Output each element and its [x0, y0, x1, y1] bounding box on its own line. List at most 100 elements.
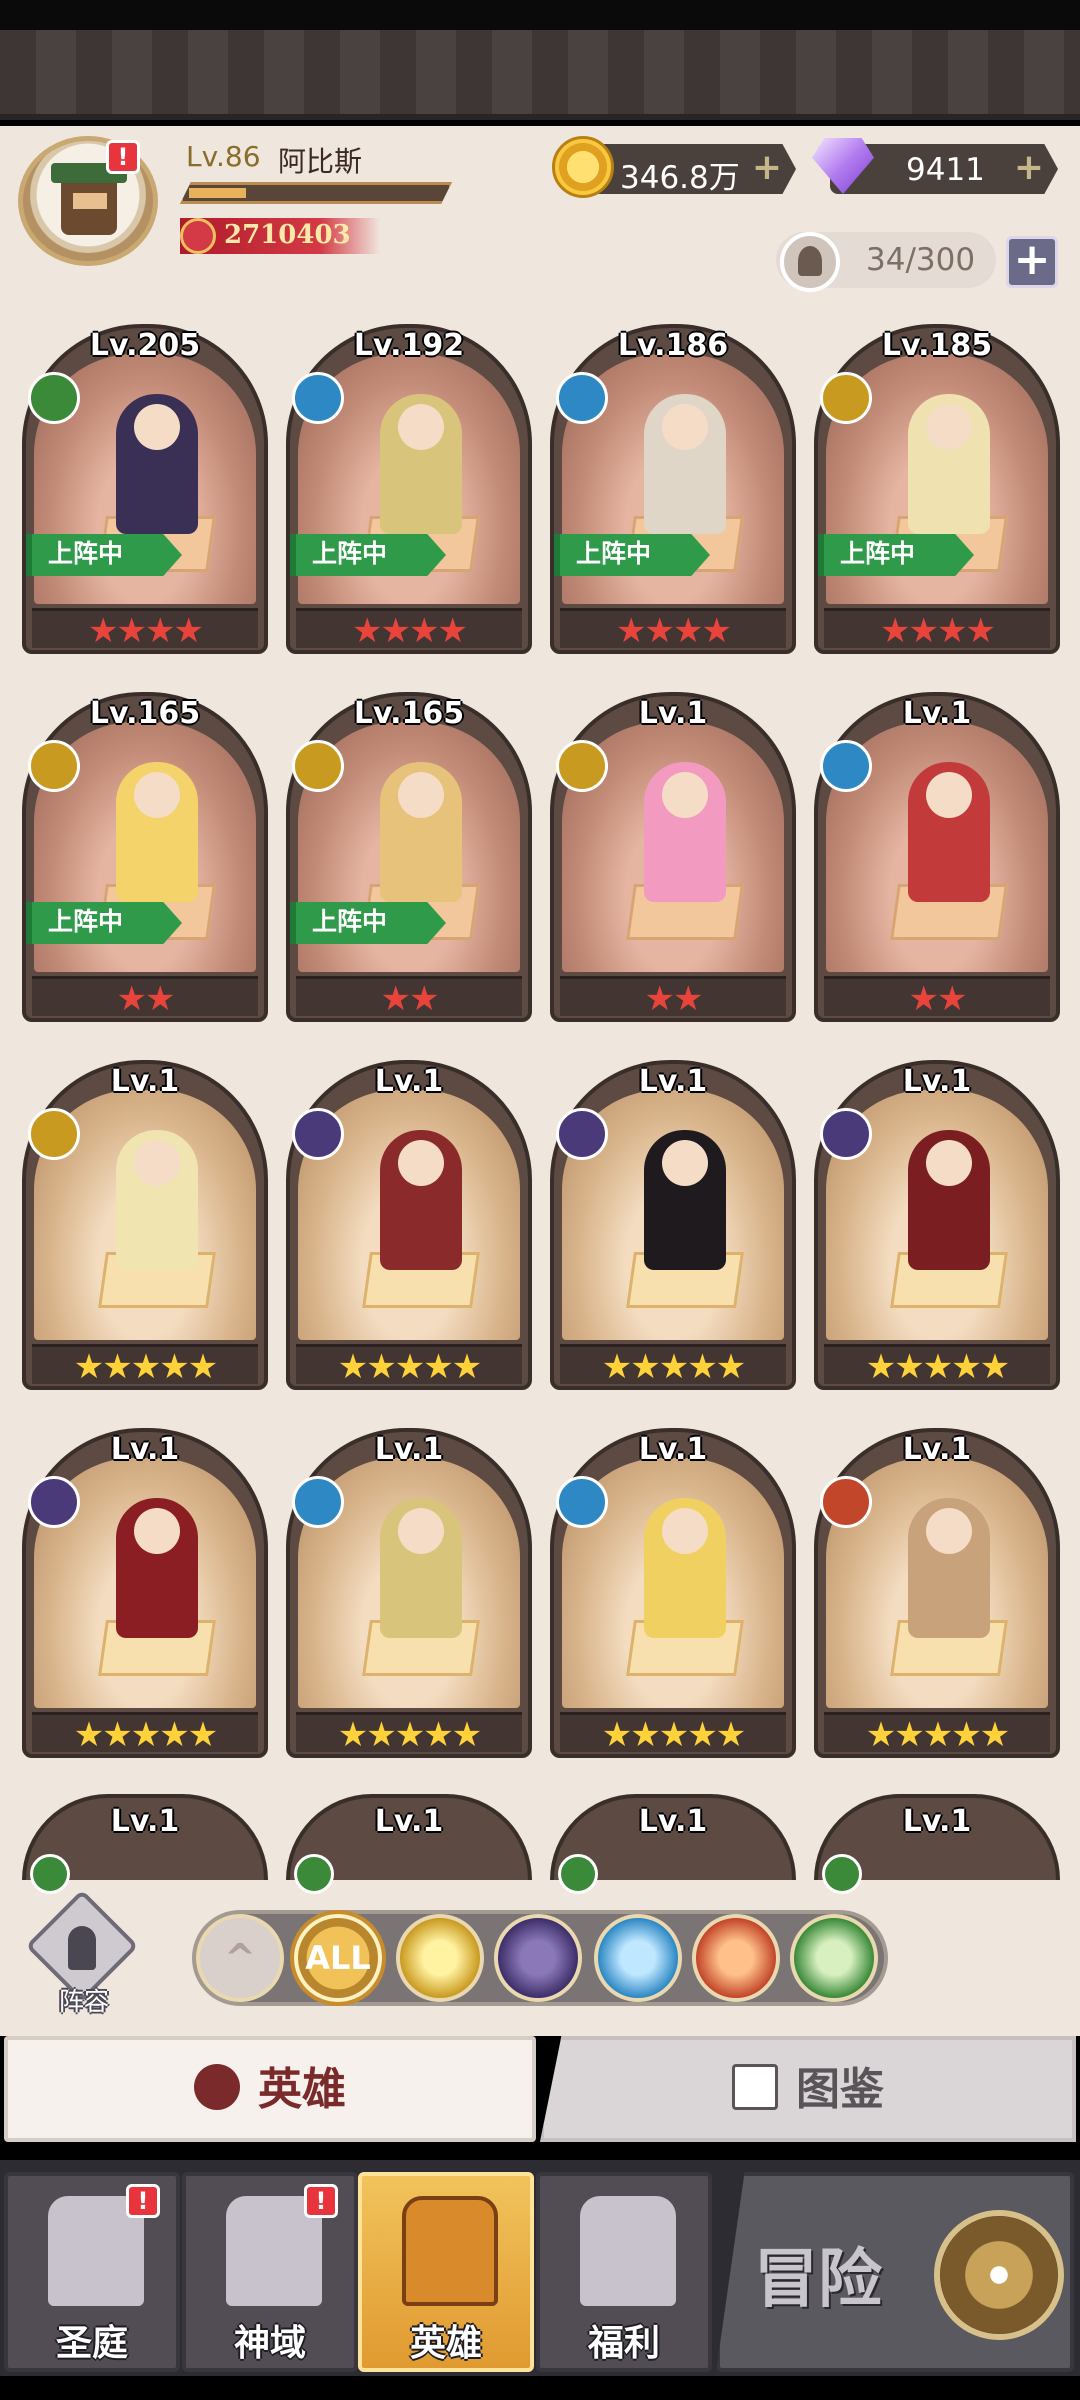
hero-level: Lv.192: [353, 328, 465, 363]
star-bar: ★★★★: [32, 608, 258, 651]
hero-sprite: [908, 394, 990, 534]
hero-stars: ★★: [644, 979, 704, 1019]
hero-card[interactable]: Lv.205 ★★★★ 上阵中: [22, 324, 268, 654]
water-icon[interactable]: [594, 1914, 682, 2002]
hero-sprite: [380, 1498, 462, 1638]
gem-value: 9411: [906, 152, 985, 188]
hero-card[interactable]: Lv.1 ★★★★★: [550, 1428, 796, 1758]
hero-card[interactable]: Lv.185 ★★★★ 上阵中: [814, 324, 1060, 654]
hero-stars: ★★★★: [352, 611, 468, 651]
hero-level: Lv.165: [89, 696, 201, 731]
hero-card[interactable]: Lv.1 ★★★★★: [814, 1060, 1060, 1390]
nav-welfare[interactable]: 福利: [536, 2172, 712, 2372]
hero-sprite: [380, 1130, 462, 1270]
tab-heroes-label: 英雄: [258, 2064, 346, 2115]
player-level: Lv.86: [186, 140, 261, 173]
hero-level: Lv.1: [374, 1432, 444, 1467]
star-bar: ★★★★★: [32, 1712, 258, 1755]
hero-card[interactable]: Lv.1 ★★★★★: [286, 1060, 532, 1390]
hero-level: Lv.1: [638, 1064, 708, 1099]
formation-button[interactable]: 阵容: [25, 1889, 139, 2016]
hero-card-partial[interactable]: Lv.1: [22, 1794, 268, 1894]
hero-stars: ★★★★★: [601, 1347, 746, 1387]
wood-icon: [558, 1854, 598, 1894]
hero-card[interactable]: Lv.1 ★★★★★: [22, 1060, 268, 1390]
hero-sprite: [644, 394, 726, 534]
light-icon: [28, 740, 80, 792]
light-icon: [556, 740, 608, 792]
hero-stars: ★★★★★: [601, 1715, 746, 1755]
hero-card[interactable]: Lv.1 ★★: [814, 692, 1060, 1022]
combat-power-value: 2710403: [224, 220, 351, 250]
fire-icon[interactable]: [692, 1914, 780, 2002]
star-bar: ★★★★★: [824, 1344, 1050, 1387]
hero-card[interactable]: Lv.1 ★★★★★: [814, 1428, 1060, 1758]
tab-heroes[interactable]: 英雄: [4, 2036, 536, 2142]
hero-level: Lv.1: [638, 1432, 708, 1467]
light-icon: [28, 1108, 80, 1160]
water-icon: [556, 372, 608, 424]
hero-sprite: [116, 1498, 198, 1638]
power-icon: [180, 218, 216, 254]
hero-sprite: [116, 1130, 198, 1270]
wood-icon: [30, 1854, 70, 1894]
light-icon: [820, 372, 872, 424]
wood-icon: [294, 1854, 334, 1894]
deployed-badge: 上阵中: [818, 534, 974, 576]
hero-card[interactable]: Lv.1 ★★★★★: [550, 1060, 796, 1390]
dark-icon: [292, 1108, 344, 1160]
hero-level: Lv.185: [881, 328, 993, 363]
collapse-up-button[interactable]: ^: [196, 1914, 284, 2002]
hero-sprite: [380, 394, 462, 534]
star-bar: ★★★★★: [560, 1344, 786, 1387]
star-bar: ★★: [296, 976, 522, 1019]
tab-codex[interactable]: 图鉴: [540, 2036, 1076, 2142]
gold-coin-icon: [552, 136, 614, 198]
hero-card[interactable]: Lv.1 ★★: [550, 692, 796, 1022]
wood-icon[interactable]: [790, 1914, 878, 2002]
hero-card[interactable]: Lv.186 ★★★★ 上阵中: [550, 324, 796, 654]
hero-card[interactable]: Lv.165 ★★ 上阵中: [22, 692, 268, 1022]
adventure-label: 冒险: [754, 2242, 882, 2317]
compass-icon: [934, 2210, 1064, 2340]
hero-stars: ★★★★★: [73, 1347, 218, 1387]
hero-level: Lv.1: [902, 1432, 972, 1467]
hero-sprite: [908, 762, 990, 902]
hero-card[interactable]: Lv.1 ★★★★★: [286, 1428, 532, 1758]
hero-card-partial[interactable]: Lv.1: [550, 1794, 796, 1894]
gold-value: 346.8万: [620, 160, 740, 196]
hero-sprite: [116, 762, 198, 902]
hero-stars: ★★★★★: [865, 1715, 1010, 1755]
hero-stars: ★★★★★: [865, 1347, 1010, 1387]
system-nav-bar: [0, 2376, 1080, 2400]
hero-stars: ★★: [908, 979, 968, 1019]
add-gem-button[interactable]: +: [1014, 150, 1044, 186]
combat-power: 2710403: [180, 218, 380, 254]
hero-sprite: [380, 762, 462, 902]
avatar-alert-badge: !: [106, 140, 140, 174]
hero-card-partial[interactable]: Lv.1: [814, 1794, 1060, 1894]
star-bar: ★★★★★: [824, 1712, 1050, 1755]
hero-stars: ★★★★★: [337, 1347, 482, 1387]
hero-level: Lv.205: [89, 328, 201, 363]
nav-courtyard-label: 圣庭: [55, 2323, 128, 2364]
deployed-badge: 上阵中: [290, 902, 446, 944]
nav-heroes[interactable]: 英雄: [358, 2172, 534, 2372]
light-icon[interactable]: [396, 1914, 484, 2002]
hero-card[interactable]: Lv.1 ★★★★★: [22, 1428, 268, 1758]
dark-icon: [820, 1108, 872, 1160]
filter-all-button[interactable]: ALL: [294, 1914, 382, 2002]
wood-icon: [822, 1854, 862, 1894]
deployed-badge: 上阵中: [290, 534, 446, 576]
hero-card[interactable]: Lv.165 ★★ 上阵中: [286, 692, 532, 1022]
helmet-icon: [194, 2064, 240, 2110]
add-gold-button[interactable]: +: [752, 150, 782, 186]
expand-capacity-button[interactable]: +: [1006, 236, 1058, 288]
hero-stars: ★★★★: [88, 611, 204, 651]
hero-card-partial[interactable]: Lv.1: [286, 1794, 532, 1894]
hero-sprite: [644, 762, 726, 902]
dark-icon[interactable]: [494, 1914, 582, 2002]
deployed-badge: 上阵中: [26, 902, 182, 944]
adventure-button[interactable]: 冒险: [716, 2172, 1074, 2372]
hero-card[interactable]: Lv.192 ★★★★ 上阵中: [286, 324, 532, 654]
